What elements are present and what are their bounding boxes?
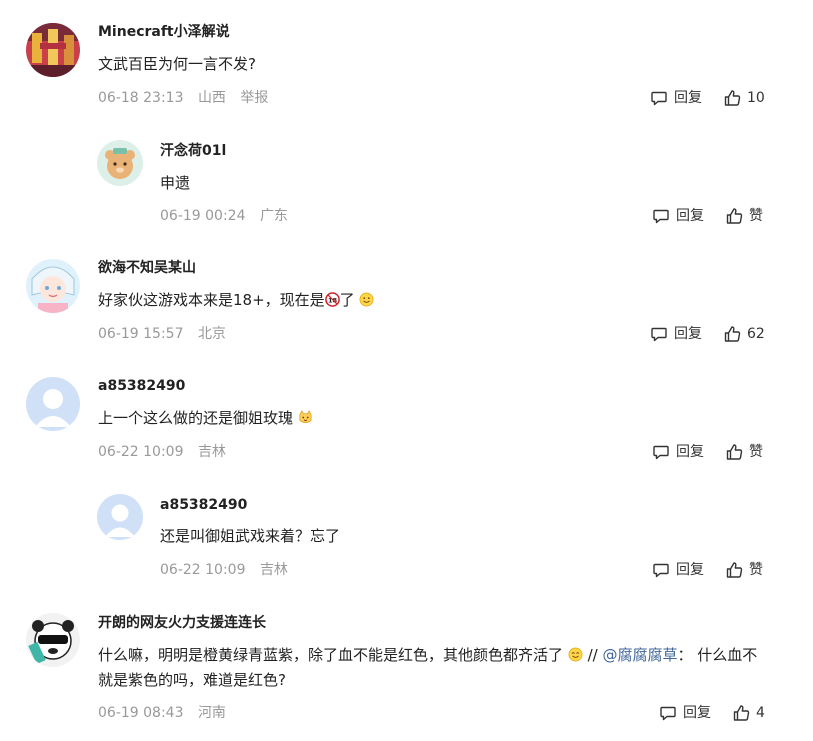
reply-bubble-icon [660, 706, 676, 721]
like-count: 赞 [749, 444, 763, 460]
comment-text-part: 上一个这么做的还是御姐玫瑰 [98, 409, 294, 427]
comment-meta: 06-19 00:24 广东 [160, 207, 298, 225]
author-name[interactable]: 欲海不知吴某山 [98, 259, 196, 277]
thumbs-up-icon [733, 705, 750, 721]
reply-label: 回复 [676, 208, 704, 224]
mention-link[interactable]: @腐腐腐草 [602, 646, 677, 664]
timestamp: 06-22 10:09 [98, 444, 184, 460]
comment-text-part: 好家伙这游戏本来是18+，现在是 [98, 291, 325, 309]
comment-meta: 06-22 10:09 吉林 [98, 443, 236, 461]
timestamp: 06-19 00:24 [160, 208, 246, 224]
location: 北京 [197, 326, 226, 342]
like-button[interactable]: 赞 [725, 443, 763, 461]
comment-meta: 06-19 08:43 河南 [98, 704, 236, 722]
report-button[interactable]: 举报 [240, 90, 268, 106]
reply-label: 回复 [683, 705, 711, 721]
reply-button[interactable]: 回复 [659, 704, 711, 722]
reply-label: 回复 [674, 90, 702, 106]
location: 吉林 [197, 444, 226, 460]
avatar[interactable] [26, 377, 80, 431]
reply-button[interactable]: 回复 [652, 207, 704, 225]
reply-button[interactable]: 回复 [650, 89, 702, 107]
avatar[interactable] [97, 140, 143, 186]
timestamp: 06-19 15:57 [98, 326, 184, 342]
author-name[interactable]: 汗念荷01l [160, 142, 226, 160]
comment-text: 还是叫御姐武戏来着？忘了 [160, 527, 341, 545]
like-count: 10 [747, 90, 765, 106]
avatar[interactable] [97, 494, 143, 540]
location: 广东 [259, 208, 288, 224]
like-count: 62 [747, 326, 765, 342]
thumbs-up-icon [726, 444, 743, 460]
author-name[interactable]: 开朗的网友火力支援连连长 [98, 614, 266, 632]
author-name[interactable]: Minecraft小泽解说 [98, 23, 230, 41]
reply-label: 回复 [674, 326, 702, 342]
reply-button[interactable]: 回复 [652, 561, 704, 579]
comment-meta: 06-18 23:13 山西 举报 [98, 89, 278, 107]
like-button[interactable]: 62 [723, 325, 765, 343]
reply-bubble-icon [653, 563, 669, 578]
like-count: 赞 [749, 208, 763, 224]
avatar[interactable] [26, 613, 80, 667]
reply-button[interactable]: 回复 [652, 443, 704, 461]
like-button[interactable]: 赞 [725, 207, 763, 225]
like-button[interactable]: 赞 [725, 561, 763, 579]
comment-text: 什么嘛，明明是橙黄绿青蓝紫，除了血不能是红色，其他颜色都齐活了 // @腐腐腐草… [98, 643, 766, 693]
comment-meta: 06-22 10:09 吉林 [160, 561, 298, 579]
thumbs-up-icon [726, 208, 743, 224]
thumbs-up-icon [724, 326, 741, 342]
author-name[interactable]: a85382490 [98, 377, 185, 395]
reply-button[interactable]: 回复 [650, 325, 702, 343]
comment-text: 好家伙这游戏本来是18+，现在是18了 [98, 288, 374, 313]
location: 吉林 [259, 562, 288, 578]
like-button[interactable]: 4 [732, 704, 765, 722]
thumbs-up-icon [726, 562, 743, 578]
smile-emoji-icon [359, 292, 374, 307]
like-count: 4 [756, 705, 765, 721]
like-button[interactable]: 10 [723, 89, 765, 107]
comment-meta: 06-19 15:57 北京 [98, 325, 236, 343]
like-count: 赞 [749, 562, 763, 578]
smile-emoji-icon [568, 647, 583, 662]
location: 山西 [197, 90, 226, 106]
timestamp: 06-18 23:13 [98, 90, 184, 106]
reply-label: 回复 [676, 444, 704, 460]
comment-text-part: // [582, 646, 603, 664]
comment-list: Minecraft小泽解说 文武百臣为何一言不发? 06-18 23:13 山西… [0, 0, 813, 741]
avatar[interactable] [26, 259, 80, 313]
timestamp: 06-22 10:09 [160, 562, 246, 578]
comment-text: 上一个这么做的还是御姐玫瑰 [98, 406, 313, 431]
timestamp: 06-19 08:43 [98, 705, 184, 721]
comment-text: 文武百臣为何一言不发? [98, 55, 256, 73]
comment-text-part: 了 [339, 291, 355, 309]
reply-bubble-icon [651, 91, 667, 106]
reply-bubble-icon [653, 209, 669, 224]
reply-bubble-icon [651, 327, 667, 342]
location: 河南 [197, 705, 226, 721]
no-under-18-icon: 18 [324, 292, 340, 307]
comment-text-part: 什么嘛，明明是橙黄绿青蓝紫，除了血不能是红色，其他颜色都齐活了 [98, 646, 564, 664]
comment-text: 申遗 [160, 174, 191, 192]
reply-label: 回复 [676, 562, 704, 578]
cat-emoji-icon [298, 410, 313, 425]
author-name[interactable]: a85382490 [160, 496, 247, 514]
thumbs-up-icon [724, 90, 741, 106]
avatar[interactable] [26, 23, 80, 77]
reply-bubble-icon [653, 445, 669, 460]
